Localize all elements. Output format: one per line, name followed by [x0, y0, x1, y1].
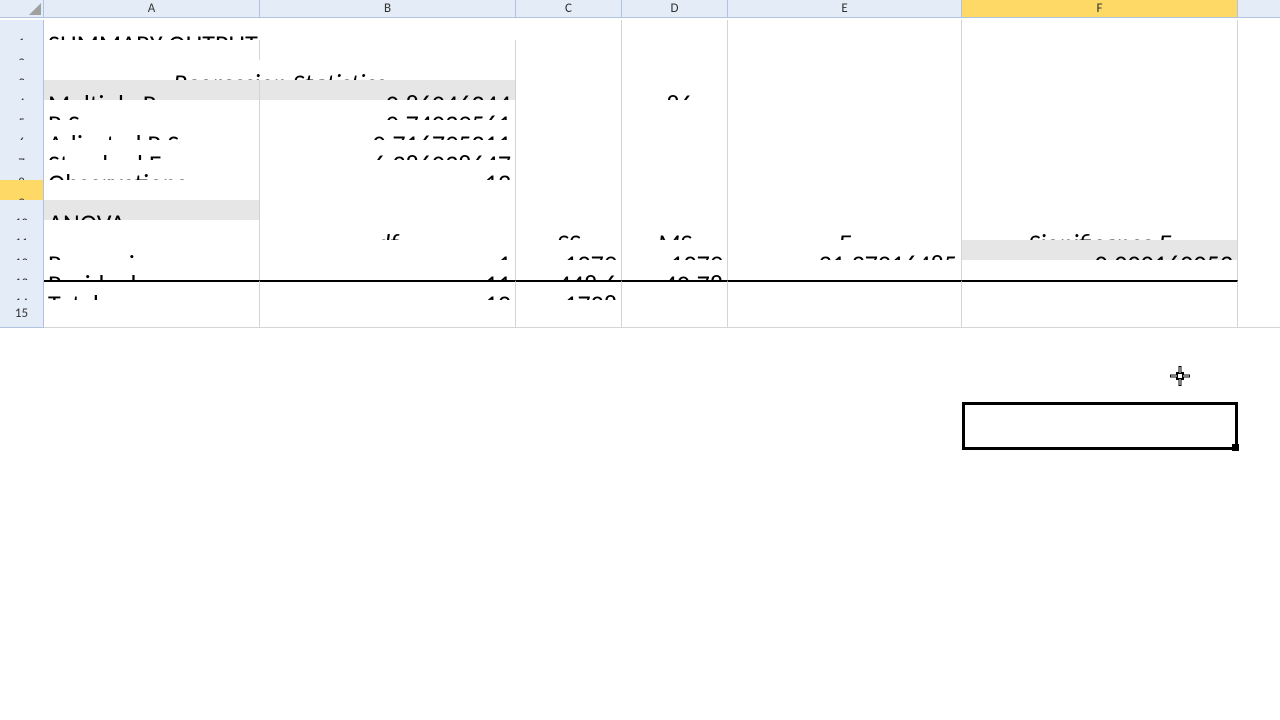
col-header-D[interactable]: D: [622, 0, 728, 18]
col-header-A[interactable]: A: [44, 0, 260, 18]
cell-A15[interactable]: [44, 300, 260, 328]
col-header-C[interactable]: C: [516, 0, 622, 18]
row-header-15[interactable]: 15: [0, 300, 44, 328]
select-all-corner[interactable]: [0, 0, 44, 18]
col-header-E[interactable]: E: [728, 0, 962, 18]
cell-D15[interactable]: [622, 300, 728, 328]
cell-E15[interactable]: [728, 300, 962, 328]
col-header-B[interactable]: B: [260, 0, 516, 18]
fill-handle[interactable]: [1232, 444, 1239, 451]
cursor-cross-icon: [1168, 364, 1192, 388]
cell-B15[interactable]: [260, 300, 516, 328]
active-cell-selection: [962, 402, 1238, 450]
cell-G15[interactable]: [1238, 300, 1280, 328]
col-header-F[interactable]: F: [962, 0, 1238, 18]
cell-C15[interactable]: [516, 300, 622, 328]
cell-F15[interactable]: [962, 300, 1238, 328]
spreadsheet-grid[interactable]: A B C D E F 1 SUMMARY OUTPUT 2 3 Regress…: [0, 0, 1280, 320]
col-header-G[interactable]: [1238, 0, 1280, 18]
